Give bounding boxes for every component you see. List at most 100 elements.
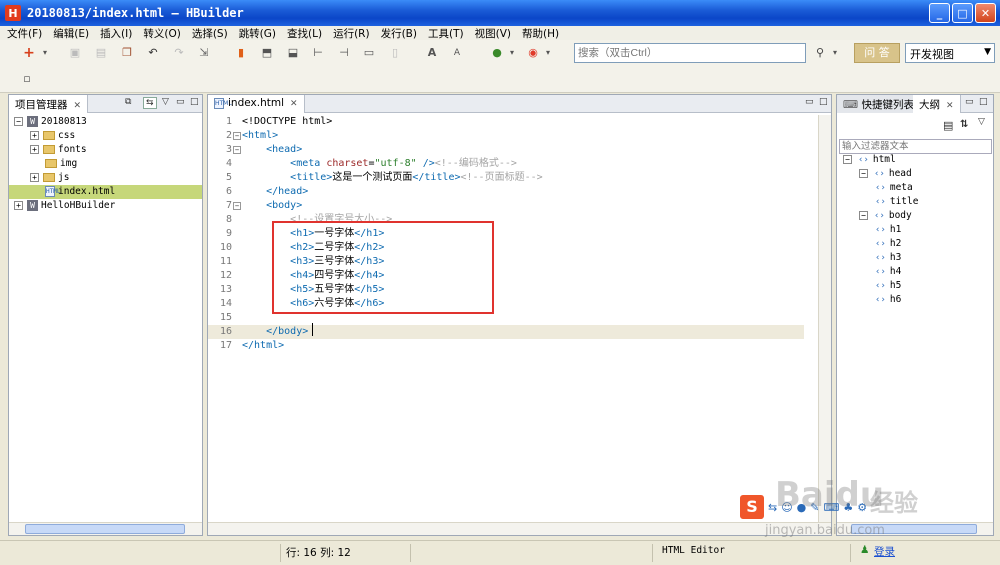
- outline-node-html[interactable]: − ‹› html: [843, 153, 896, 167]
- menu-view[interactable]: 视图(V): [475, 26, 511, 41]
- code-line[interactable]: 6 </head>: [208, 185, 804, 199]
- fold-icon[interactable]: −: [233, 146, 241, 154]
- undo-icon[interactable]: ↶: [146, 46, 160, 60]
- fold-icon[interactable]: −: [233, 132, 241, 140]
- outline-node-h6[interactable]: ‹› h6: [875, 293, 901, 307]
- tree-item-20180813[interactable]: − W 20180813: [9, 115, 202, 129]
- close-icon[interactable]: ✕: [290, 99, 298, 109]
- outline-node-title[interactable]: ‹› title: [875, 195, 918, 209]
- search-dropdown-icon[interactable]: ▾: [828, 46, 842, 60]
- align-right-icon[interactable]: ⊣: [337, 46, 351, 60]
- minimize-panel-icon[interactable]: ▭: [965, 97, 974, 107]
- tree-item-fonts[interactable]: + fonts: [9, 143, 202, 157]
- close-icon[interactable]: ✕: [946, 101, 954, 111]
- font-bigger-icon[interactable]: A: [425, 46, 439, 60]
- collapse-icon[interactable]: −: [843, 155, 852, 164]
- outline-hscrollbar[interactable]: [837, 522, 993, 535]
- outline-node-meta[interactable]: ‹› meta: [875, 181, 913, 195]
- menu-insert[interactable]: 插入(I): [100, 26, 132, 41]
- search-icon[interactable]: ⚲: [813, 46, 827, 60]
- close-button[interactable]: ✕: [975, 3, 996, 23]
- expand-icon[interactable]: +: [30, 131, 39, 140]
- link-editor-icon[interactable]: ⇆: [143, 97, 157, 109]
- outline-filter-input[interactable]: [839, 139, 992, 154]
- outline-node-h4[interactable]: ‹› h4: [875, 265, 901, 279]
- editor-vscrollbar[interactable]: [818, 115, 831, 522]
- outline-node-h1[interactable]: ‹› h1: [875, 223, 901, 237]
- menu-find[interactable]: 查找(L): [287, 26, 322, 41]
- tab-shortcut-list[interactable]: ⌨ 快捷键列表: [837, 95, 921, 113]
- tab-index-html[interactable]: HTMLindex.html ✕: [208, 95, 305, 113]
- font-smaller-icon[interactable]: A: [450, 46, 464, 60]
- align-left-icon[interactable]: ⊢: [311, 46, 325, 60]
- menu-run[interactable]: 运行(R): [333, 26, 370, 41]
- new-dropdown-icon[interactable]: ▾: [38, 46, 52, 60]
- menu-goto[interactable]: 跳转(G): [239, 26, 276, 41]
- code-line[interactable]: 2− <html>: [208, 129, 804, 143]
- outline-toggle-icon[interactable]: ▫: [20, 72, 34, 86]
- tab-outline[interactable]: 大纲 ✕: [913, 95, 961, 113]
- tree-item-img[interactable]: img: [9, 157, 202, 171]
- bookmark-icon[interactable]: ▮: [234, 46, 248, 60]
- code-line[interactable]: 17 </html>: [208, 339, 804, 353]
- copy-icon[interactable]: ❐: [120, 46, 134, 60]
- maximize-panel-icon[interactable]: □: [819, 97, 828, 107]
- comment-icon[interactable]: ▭: [362, 46, 376, 60]
- new-plus-icon[interactable]: +: [22, 46, 36, 60]
- outline-node-h3[interactable]: ‹› h3: [875, 251, 901, 265]
- menu-publish[interactable]: 发行(B): [381, 26, 417, 41]
- scroll-thumb[interactable]: [25, 524, 185, 534]
- code-line[interactable]: 7− <body>: [208, 199, 804, 213]
- menu-edit[interactable]: 编辑(E): [53, 26, 89, 41]
- code-line[interactable]: 3− <head>: [208, 143, 804, 157]
- preview-icon[interactable]: ▯: [388, 46, 402, 60]
- minimize-panel-icon[interactable]: ▭: [805, 97, 814, 107]
- sort-icon[interactable]: ⇅: [960, 119, 968, 130]
- file-up-icon[interactable]: ⬒: [260, 46, 274, 60]
- tree-item-hellohbuilder[interactable]: + W HelloHBuilder: [9, 199, 202, 213]
- menu-escape[interactable]: 转义(O): [143, 26, 180, 41]
- tree-item-js[interactable]: + js: [9, 171, 202, 185]
- ask-button[interactable]: 问 答: [854, 43, 900, 63]
- collapse-icon[interactable]: −: [859, 211, 868, 220]
- save-icon[interactable]: ▣: [68, 46, 82, 60]
- code-line[interactable]: 4 <meta charset="utf-8" /><!--编码格式-->: [208, 157, 804, 171]
- menu-select[interactable]: 选择(S): [192, 26, 228, 41]
- view-menu-icon[interactable]: ▽: [978, 117, 985, 127]
- expand-icon[interactable]: +: [14, 201, 23, 210]
- scroll-thumb[interactable]: [851, 524, 977, 534]
- collapse-icon[interactable]: −: [859, 169, 868, 178]
- menu-help[interactable]: 帮助(H): [522, 26, 559, 41]
- file-down-icon[interactable]: ⬓: [286, 46, 300, 60]
- minimize-button[interactable]: _: [929, 3, 950, 23]
- search-input[interactable]: [574, 43, 806, 63]
- code-line[interactable]: 1 <!DOCTYPE html>: [208, 115, 804, 129]
- chrome-icon[interactable]: ◉: [526, 46, 540, 60]
- menu-tools[interactable]: 工具(T): [428, 26, 464, 41]
- project-hscrollbar[interactable]: [9, 522, 202, 535]
- fold-icon[interactable]: −: [233, 202, 241, 210]
- tree-item-index-html[interactable]: HTMLindex.html: [9, 185, 202, 199]
- browser-dropdown-icon[interactable]: ▾: [541, 46, 555, 60]
- outline-node-h5[interactable]: ‹› h5: [875, 279, 901, 293]
- tab-project-manager[interactable]: 项目管理器 ✕: [9, 95, 89, 113]
- outline-node-h2[interactable]: ‹› h2: [875, 237, 901, 251]
- maximize-button[interactable]: □: [952, 3, 973, 23]
- editor-hscrollbar[interactable]: [208, 522, 831, 535]
- code-line[interactable]: 5 <title>这是一个测试页面</title><!--页面标题-->: [208, 171, 804, 185]
- tree-item-css[interactable]: + css: [9, 129, 202, 143]
- outline-node-body[interactable]: − ‹› body: [859, 209, 912, 223]
- login-link[interactable]: 登录: [874, 544, 895, 559]
- run-dropdown-icon[interactable]: ▾: [505, 46, 519, 60]
- maximize-panel-icon[interactable]: □: [979, 97, 988, 107]
- menu-file[interactable]: 文件(F): [7, 26, 42, 41]
- close-icon[interactable]: ✕: [74, 101, 82, 111]
- outline-node-head[interactable]: − ‹› head: [859, 167, 912, 181]
- code-area[interactable]: 1 <!DOCTYPE html> 2− <html> 3− <head> 4 <meta…: [208, 115, 808, 515]
- view-menu-icon[interactable]: ▽: [162, 97, 169, 107]
- expand-icon[interactable]: +: [30, 145, 39, 154]
- code-line[interactable]: 16 </body>: [208, 325, 804, 339]
- collapse-icon[interactable]: −: [14, 117, 23, 126]
- redo-icon[interactable]: ↷: [172, 46, 186, 60]
- run-icon[interactable]: ●: [490, 46, 504, 60]
